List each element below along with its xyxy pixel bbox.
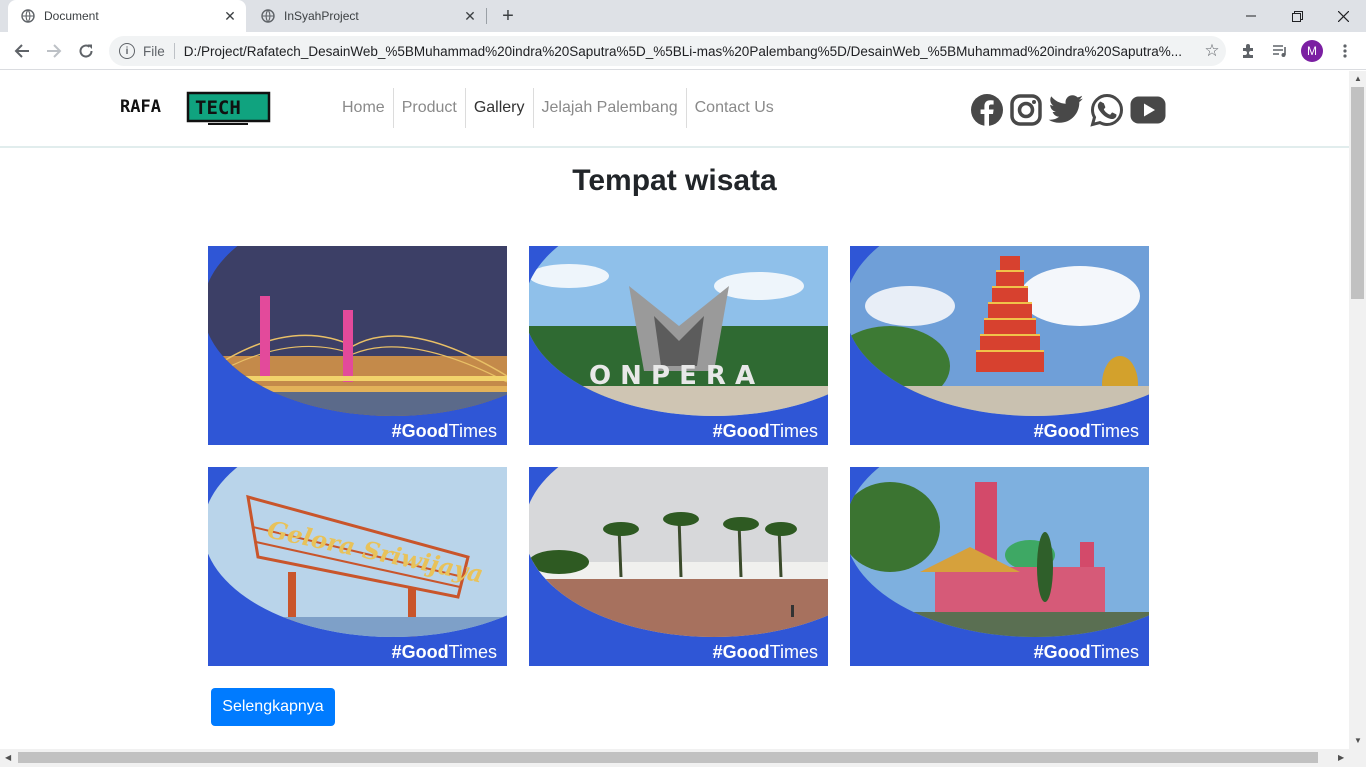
monpera-monument-image: O N P E R A — [529, 246, 828, 445]
scroll-down-arrow-icon[interactable]: ▼ — [1354, 736, 1362, 745]
scheme-label: File — [143, 43, 165, 59]
ampera-bridge-image — [208, 246, 507, 445]
address-bar[interactable]: i File D:/Project/Rafatech_DesainWeb_%5B… — [109, 36, 1226, 66]
reload-icon[interactable] — [74, 39, 98, 63]
whatsapp-icon[interactable] — [1090, 93, 1124, 127]
logo-text-right: TECH — [195, 97, 241, 119]
browser-tab-insyahproject[interactable]: InSyahProject ✕ — [248, 0, 486, 32]
close-window-icon[interactable] — [1320, 0, 1366, 32]
restore-icon[interactable] — [1274, 0, 1320, 32]
bookmark-star-icon[interactable]: ☆ — [1198, 41, 1226, 61]
gallery-card-pagoda[interactable]: #GoodTimes — [850, 246, 1149, 445]
main-menu: Home Product Gallery Jelajah Palembang C… — [334, 88, 782, 128]
facebook-icon[interactable] — [970, 93, 1004, 127]
goodtimes-tag: #GoodTimes — [1033, 642, 1139, 662]
browser-tab-strip: Document ✕ InSyahProject ✕ + — [0, 0, 1366, 32]
address-divider — [173, 43, 175, 59]
media-control-icon[interactable] — [1268, 39, 1292, 63]
web-page: RAFA TECH Home Product Gallery Jelajah P… — [0, 71, 1349, 749]
profile-avatar[interactable]: M — [1301, 40, 1323, 62]
gallery-card-gelora-sriwijaya[interactable]: Gelora Sriwijaya #GoodTimes — [208, 467, 507, 666]
vertical-scroll-thumb[interactable] — [1351, 87, 1364, 299]
logo-text-left: RAFA — [120, 97, 161, 117]
twitter-icon[interactable] — [1048, 94, 1084, 126]
tab-divider — [486, 8, 487, 24]
nav-home[interactable]: Home — [334, 88, 394, 128]
nav-jelajah-palembang[interactable]: Jelajah Palembang — [534, 88, 687, 128]
url-text[interactable]: D:/Project/Rafatech_DesainWeb_%5BMuhamma… — [184, 44, 1198, 59]
instagram-icon[interactable] — [1010, 94, 1042, 126]
page-heading: Tempat wisata — [572, 164, 777, 197]
goodtimes-tag: #GoodTimes — [391, 421, 497, 441]
gallery-card-ampera[interactable]: #GoodTimes — [208, 246, 507, 445]
browser-tab-document[interactable]: Document ✕ — [8, 0, 246, 32]
horizontal-scroll-thumb[interactable] — [18, 752, 1318, 763]
gallery-card-plaza[interactable]: #GoodTimes — [529, 467, 828, 666]
extensions-puzzle-icon[interactable] — [1236, 39, 1260, 63]
browser-menu-kebab-icon[interactable] — [1333, 39, 1357, 63]
tab-title: InSyahProject — [284, 9, 359, 23]
pagoda-image — [850, 246, 1149, 445]
goodtimes-tag: #GoodTimes — [1033, 421, 1139, 441]
back-arrow-icon[interactable] — [10, 39, 34, 63]
forward-arrow-icon[interactable] — [42, 39, 66, 63]
gelora-sriwijaya-image: Gelora Sriwijaya — [208, 467, 507, 666]
close-tab-icon[interactable]: ✕ — [222, 8, 238, 24]
close-tab-icon[interactable]: ✕ — [462, 8, 478, 24]
monpera-sign-text: O N P E R A — [589, 361, 755, 391]
site-navbar: RAFA TECH Home Product Gallery Jelajah P… — [0, 71, 1349, 148]
cheng-ho-mosque-image — [850, 467, 1149, 666]
globe-icon — [20, 8, 36, 24]
nav-product[interactable]: Product — [394, 88, 466, 128]
plaza-image — [529, 467, 828, 666]
goodtimes-tag: #GoodTimes — [712, 642, 818, 662]
minimize-icon[interactable] — [1228, 0, 1274, 32]
gallery-card-mosque[interactable]: #GoodTimes — [850, 467, 1149, 666]
selengkapnya-button[interactable]: Selengkapnya — [211, 688, 335, 726]
globe-icon — [260, 8, 276, 24]
nav-gallery[interactable]: Gallery — [466, 88, 534, 128]
gallery-card-monpera[interactable]: O N P E R A #GoodTimes — [529, 246, 828, 445]
rafatech-logo[interactable]: RAFA TECH — [118, 90, 272, 126]
scroll-up-arrow-icon[interactable]: ▲ — [1354, 74, 1362, 83]
goodtimes-tag: #GoodTimes — [712, 421, 818, 441]
site-info-icon[interactable]: i — [119, 43, 135, 59]
youtube-icon[interactable] — [1130, 96, 1166, 124]
social-links — [970, 93, 1166, 127]
tab-title: Document — [44, 9, 99, 23]
scroll-left-arrow-icon[interactable]: ◀ — [5, 753, 11, 762]
new-tab-button[interactable]: + — [498, 5, 518, 27]
scroll-right-arrow-icon[interactable]: ▶ — [1338, 753, 1344, 762]
nav-contact-us[interactable]: Contact Us — [687, 88, 782, 128]
goodtimes-tag: #GoodTimes — [391, 642, 497, 662]
